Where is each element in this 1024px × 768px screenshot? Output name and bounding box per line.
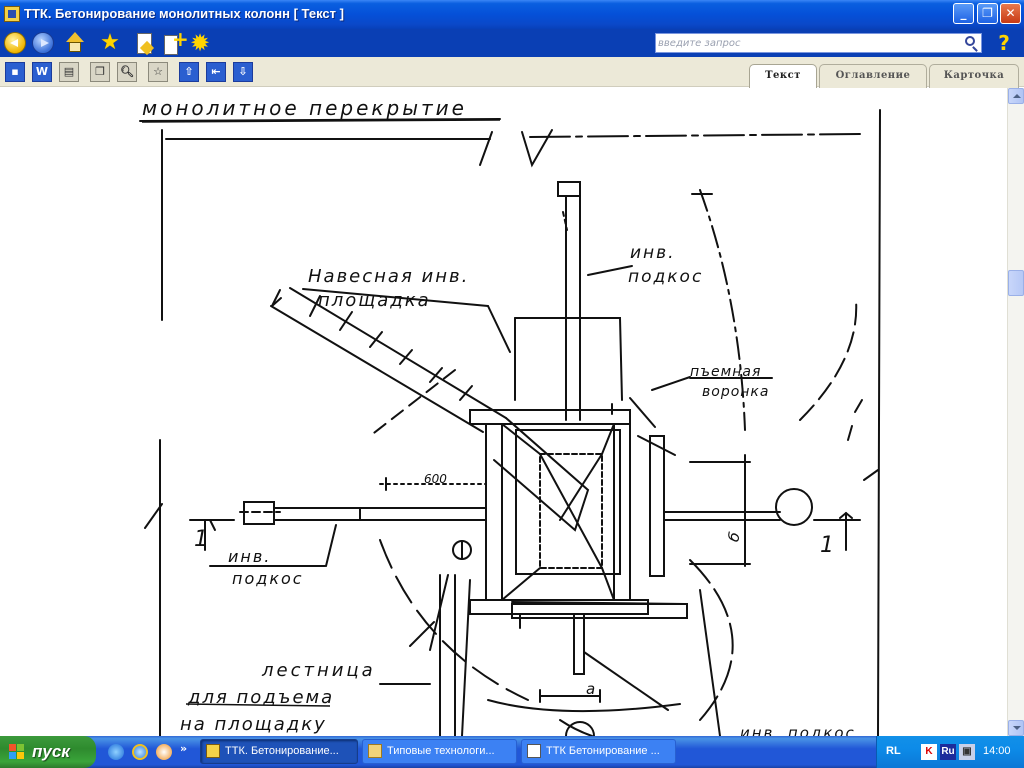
task-ttk-1[interactable]: ТТК. Бетонирование... [200,739,358,764]
print-icon[interactable]: ▤ [59,62,79,82]
scroll-down-button[interactable] [1008,720,1024,736]
language-indicator[interactable]: RL [886,745,901,757]
quicklaunch-expand-icon[interactable]: » [180,742,187,755]
scroll-down-icon[interactable]: ⇩ [233,62,253,82]
title-bar: ТТК. Бетонирование монолитных колонн [ Т… [0,0,1024,29]
windows-flag-icon [9,744,25,760]
minimize-button[interactable]: _ [953,3,974,24]
label-brace-top-2: подкос [628,267,703,287]
label-hanging-platform-1: Навесная инв. [308,266,469,287]
minimize-icon: _ [960,6,967,20]
add-document-icon[interactable] [162,27,189,55]
home-icon[interactable] [64,32,86,54]
app-icon [4,6,20,22]
start-button[interactable]: пуск [0,736,96,768]
search-input[interactable] [658,35,958,51]
scroll-thumb[interactable] [1008,270,1024,296]
close-button[interactable]: ✕ [1000,3,1021,24]
restore-icon: ❐ [982,6,993,20]
bookmark-star-icon[interactable]: ☆ [148,62,168,82]
network-icon[interactable]: ▣ [959,744,975,760]
taskbar: пуск » ТТК. Бетонирование... Типовые тех… [0,736,1024,768]
label-brace-left-2: подкос [232,569,304,588]
start-label: пуск [32,742,70,761]
star-icon[interactable]: ★ [99,32,121,54]
search-box [655,33,982,53]
print-preview-icon[interactable]: 🔍︎ [117,62,137,82]
back-icon[interactable] [4,32,26,54]
antivirus-icon[interactable]: K [921,744,937,760]
label-dim-600: 600 [424,472,447,486]
label-hanging-platform-2: площадка [318,290,431,311]
tab-contents[interactable]: Оглавление [819,64,927,88]
label-bottom-cut: инв. подкос [740,724,856,736]
insert-icon[interactable]: ⇤ [206,62,226,82]
help-icon[interactable]: ? [992,31,1016,55]
label-brace-left-1: инв. [228,547,271,566]
system-tray: RL K Ru ▣ 14:00 [876,736,1024,768]
folder-icon [368,744,382,758]
label-ladder-3: на площадку [180,714,327,735]
label-hopper-2: воронка [702,384,769,400]
task-ttk-2[interactable]: ТТК Бетонирование ... [521,739,676,764]
scroll-up-button[interactable] [1008,88,1024,104]
window-title: ТТК. Бетонирование монолитных колонн [ Т… [24,6,344,21]
document-icon [527,744,541,758]
marker-right: 1 [820,533,834,558]
label-a: а [586,680,595,698]
clock: 14:00 [983,745,1011,757]
task-typical[interactable]: Типовые технологи... [362,739,517,764]
browser-icon[interactable] [132,744,148,760]
save-icon[interactable]: ▪ [5,62,25,82]
scroll-up-icon[interactable]: ⇧ [179,62,199,82]
ie-icon[interactable] [108,744,124,760]
media-icon[interactable] [156,744,172,760]
marker-left: 1 [194,527,208,552]
search-icon[interactable] [965,36,975,46]
keyboard-layout-icon[interactable]: Ru [940,744,956,760]
task-label: ТТК. Бетонирование... [225,745,339,757]
tab-text[interactable]: Текст [749,64,817,89]
technical-drawing: монолитное перекрытие Навесная инв. площ… [139,96,881,736]
forward-icon[interactable] [32,32,54,54]
label-brace-top-1: инв. [630,243,676,263]
vertical-scrollbar[interactable] [1007,88,1024,736]
label-top-heading: монолитное перекрытие [142,96,467,120]
copy-pages-icon[interactable]: ❐ [90,62,110,82]
settings-gear-icon[interactable]: ✹ [189,31,211,55]
document-viewer: монолитное перекрытие Навесная инв. площ… [0,88,1007,736]
restore-button[interactable]: ❐ [977,3,998,24]
task-label: Типовые технологи... [387,745,495,757]
tab-card[interactable]: Карточка [929,64,1019,88]
document-icon[interactable] [133,32,155,54]
label-ladder-1: лестница [261,660,376,681]
app-icon [206,744,220,758]
task-label: ТТК Бетонирование ... [546,745,660,757]
word-export-icon[interactable]: W [32,62,52,82]
label-hopper-1: пъемная [690,364,761,380]
label-b: б [724,530,744,544]
close-icon: ✕ [1005,6,1016,20]
